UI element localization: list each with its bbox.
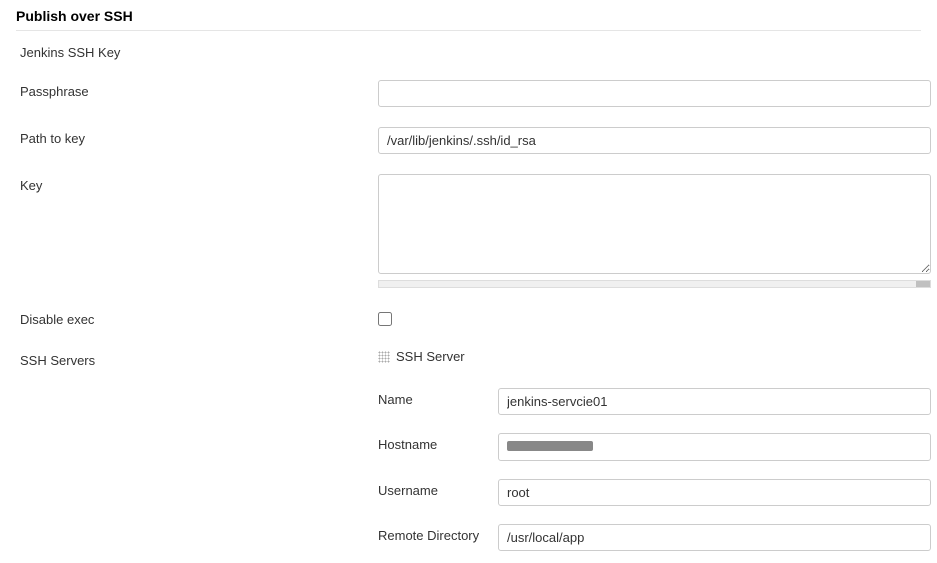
- ssh-servers-row: SSH Servers SSH Server: [0, 343, 937, 378]
- remote-directory-input[interactable]: [498, 524, 931, 551]
- username-label: Username: [378, 479, 498, 498]
- path-to-key-row: Path to key: [0, 121, 937, 160]
- disable-exec-label: Disable exec: [20, 308, 378, 327]
- remote-directory-label: Remote Directory: [378, 524, 498, 543]
- passphrase-row: Passphrase: [0, 74, 937, 113]
- jenkins-ssh-key-label: Jenkins SSH Key: [20, 41, 378, 60]
- path-to-key-label: Path to key: [20, 127, 378, 146]
- username-row: Username: [378, 473, 937, 512]
- ssh-servers-label: SSH Servers: [20, 349, 378, 368]
- remote-directory-row: Remote Directory: [378, 518, 937, 557]
- hostname-input[interactable]: [498, 433, 931, 461]
- drag-handle-icon[interactable]: [378, 351, 390, 363]
- ssh-server-header-label: SSH Server: [396, 349, 465, 364]
- redacted-hostname: [507, 441, 593, 451]
- username-input[interactable]: [498, 479, 931, 506]
- name-row: Name: [378, 382, 937, 421]
- hostname-row: Hostname: [378, 427, 937, 467]
- ssh-server-header: SSH Server: [378, 349, 931, 364]
- key-label: Key: [20, 174, 378, 193]
- name-input[interactable]: [498, 388, 931, 415]
- scroll-thumb[interactable]: [916, 281, 930, 287]
- ssh-server-block: Name Hostname Username Remote Directory: [378, 382, 937, 557]
- key-textarea[interactable]: [378, 174, 931, 274]
- passphrase-label: Passphrase: [20, 80, 378, 99]
- hostname-label: Hostname: [378, 433, 498, 452]
- scroll-bar[interactable]: [378, 280, 931, 288]
- key-row: Key: [0, 168, 937, 294]
- path-to-key-input[interactable]: [378, 127, 931, 154]
- disable-exec-checkbox[interactable]: [378, 312, 392, 326]
- name-label: Name: [378, 388, 498, 407]
- disable-exec-row: Disable exec: [0, 302, 937, 335]
- divider: [16, 30, 921, 31]
- section-title: Publish over SSH: [0, 0, 937, 30]
- passphrase-input[interactable]: [378, 80, 931, 107]
- jenkins-ssh-key-row: Jenkins SSH Key: [0, 35, 937, 66]
